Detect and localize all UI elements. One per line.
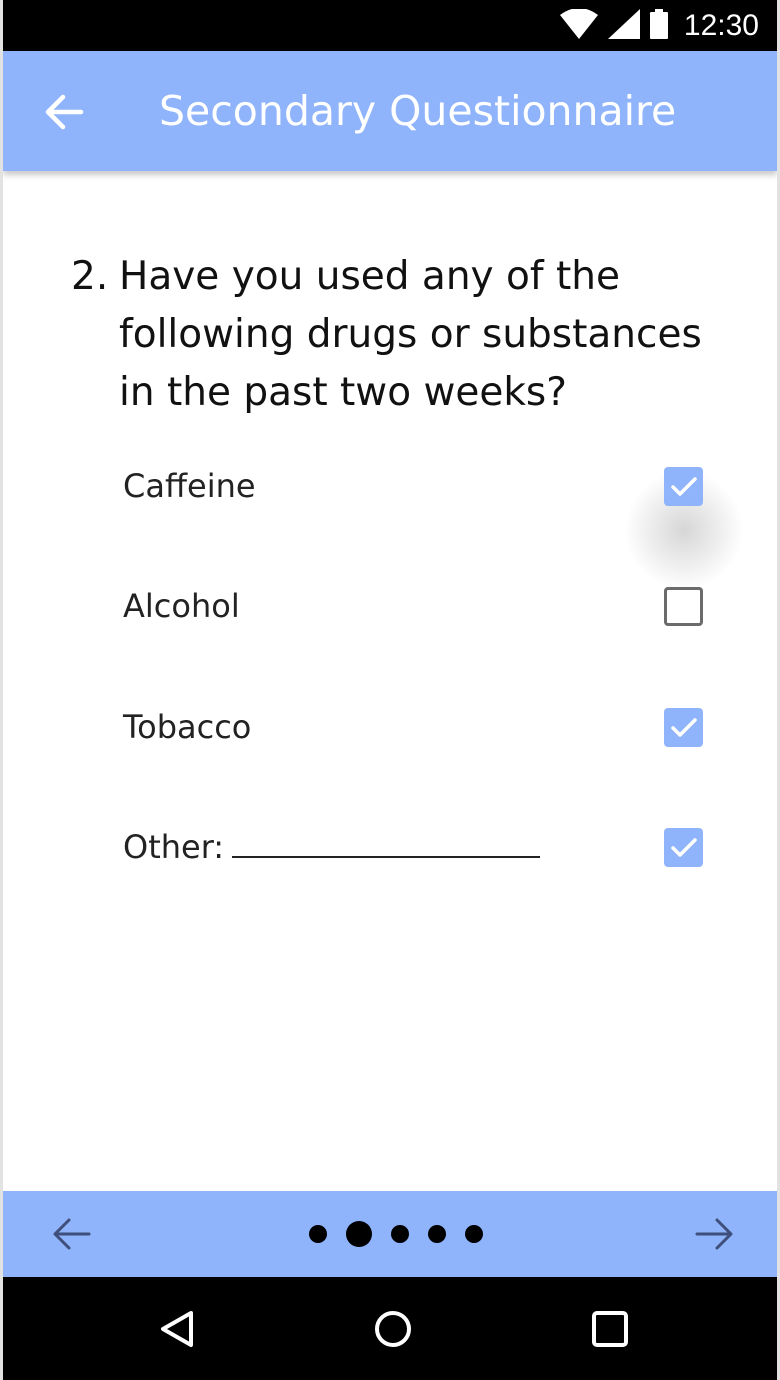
page-dot[interactable]: [428, 1225, 446, 1243]
phone-screen: 12:30 Secondary Questionnaire 2. Have yo…: [0, 0, 780, 1380]
question: 2. Have you used any of the following dr…: [71, 248, 731, 422]
wifi-icon: [559, 7, 598, 43]
question-text: Have you used any of the following drugs…: [119, 254, 702, 415]
arrow-left-icon[interactable]: [51, 1213, 93, 1255]
page-indicator: [309, 1191, 483, 1277]
page-dot[interactable]: [391, 1225, 409, 1243]
option-tobacco[interactable]: Tobacco: [123, 697, 713, 757]
checkmark-icon: [671, 838, 697, 857]
option-label: Other:: [123, 828, 225, 866]
question-number: 2.: [71, 254, 109, 299]
arrow-left-icon[interactable]: [41, 89, 87, 135]
page-dot-active[interactable]: [346, 1221, 372, 1247]
back-triangle-icon[interactable]: [157, 1309, 197, 1349]
checkmark-icon: [671, 477, 697, 496]
other-text-blank[interactable]: [232, 838, 541, 858]
home-circle-icon[interactable]: [373, 1309, 413, 1349]
option-alcohol[interactable]: Alcohol: [123, 576, 713, 636]
arrow-right-icon[interactable]: [693, 1213, 735, 1255]
status-time: 12:30: [683, 8, 759, 42]
checkbox-unchecked[interactable]: [664, 587, 703, 626]
option-label: Caffeine: [123, 467, 256, 505]
option-other-label: Other:: [123, 817, 541, 877]
option-label: Tobacco: [123, 708, 252, 746]
status-icons: 12:30: [559, 0, 759, 51]
pager-bar: [3, 1191, 777, 1277]
recents-square-icon[interactable]: [590, 1309, 630, 1349]
page-title: Secondary Questionnaire: [159, 87, 677, 135]
option-other[interactable]: Other:: [123, 817, 713, 877]
checkbox-checked[interactable]: [664, 828, 703, 867]
app-bar: Secondary Questionnaire: [3, 51, 777, 171]
status-bar: 12:30: [3, 0, 777, 51]
cellular-signal-icon: [607, 8, 640, 43]
page-dot[interactable]: [465, 1225, 483, 1243]
page-dot[interactable]: [309, 1225, 327, 1243]
checkbox-checked[interactable]: [664, 467, 703, 506]
checkbox-checked[interactable]: [664, 708, 703, 747]
checkmark-icon: [671, 718, 697, 737]
battery-icon: [649, 8, 668, 43]
option-label: Alcohol: [123, 587, 240, 625]
option-caffeine[interactable]: Caffeine: [123, 456, 713, 516]
system-nav-bar: [3, 1277, 777, 1380]
